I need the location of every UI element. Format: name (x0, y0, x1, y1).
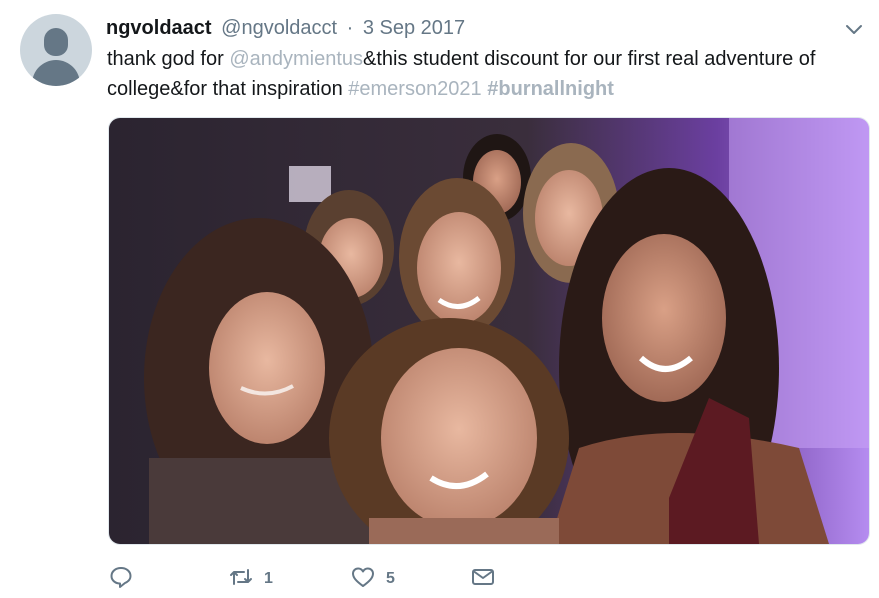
reply-icon (108, 564, 134, 595)
avatar-body-shape (32, 60, 80, 86)
display-name[interactable]: ngvoldaact (106, 17, 212, 39)
avatar-head-shape (44, 28, 68, 56)
hashtag-link-burnallnight[interactable]: #burnallnight (487, 78, 614, 100)
tweet-photo[interactable] (108, 117, 870, 545)
header-separator: · (346, 17, 354, 39)
chevron-down-icon[interactable] (845, 20, 863, 38)
tweet-text-part: thank god for (107, 48, 230, 70)
heart-icon (350, 564, 376, 595)
tweet-actions: 1 5 (108, 562, 628, 596)
like-count: 5 (386, 570, 395, 587)
tweet-header: ngvoldaact @ngvoldacct · 3 Sep 2017 (106, 16, 465, 40)
direct-message-button[interactable] (470, 562, 496, 596)
retweet-count: 1 (264, 570, 273, 587)
tweet-card: ngvoldaact @ngvoldacct · 3 Sep 2017 than… (0, 0, 879, 598)
envelope-icon (470, 564, 496, 595)
avatar[interactable] (20, 14, 92, 86)
retweet-icon (228, 564, 254, 595)
user-handle[interactable]: @ngvoldacct (221, 17, 337, 39)
reply-button[interactable] (108, 562, 134, 596)
mention-link[interactable]: @andymientus (229, 48, 363, 70)
tweet-text: thank god for @andymientus&this student … (107, 44, 867, 104)
tweet-date[interactable]: 3 Sep 2017 (363, 17, 465, 39)
retweet-button[interactable]: 1 (228, 562, 273, 596)
like-button[interactable]: 5 (350, 562, 395, 596)
hashtag-link-emerson2021[interactable]: #emerson2021 (348, 78, 481, 100)
